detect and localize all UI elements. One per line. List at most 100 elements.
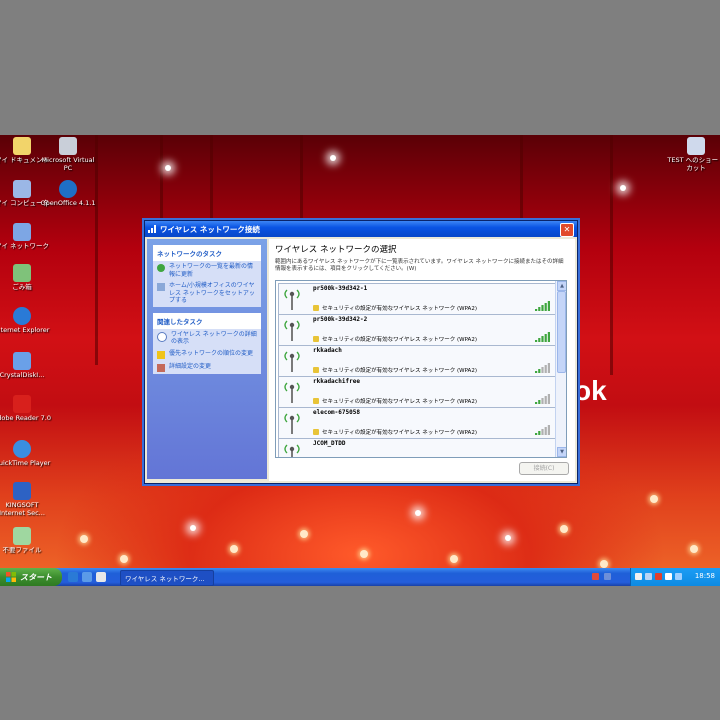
sparkle-decoration [190, 525, 196, 531]
flower-decoration [120, 555, 128, 563]
task-advanced-settings[interactable]: 詳細設定の変更 [153, 361, 261, 374]
task-label: ワイヤレス ネットワークの詳細の表示 [171, 330, 257, 346]
window-titlebar[interactable]: ワイヤレス ネットワーク接続 [145, 221, 577, 237]
wireless-icon [148, 225, 156, 233]
task-label: ネットワークの一覧を最新の情報に更新 [169, 263, 254, 278]
network-ssid: pr500k-39d342-2 [313, 316, 368, 323]
desktop-icon-label: Adobe Reader 7.0 [0, 414, 52, 422]
task-wireless-details[interactable]: ワイヤレス ネットワークの詳細の表示 [153, 329, 261, 348]
lock-icon [313, 398, 319, 404]
desktop-icon-openoffice[interactable]: OpenOffice 4.1.1 [38, 180, 98, 207]
network-security: セキュリティの設定が有効なワイヤレス ネットワーク (WPA2) [313, 335, 477, 343]
task-change-preferred-order[interactable]: 優先ネットワークの順位の変更 [153, 348, 261, 361]
desktop-icon-adobe-reader[interactable]: Adobe Reader 7.0 [0, 395, 52, 422]
network-row[interactable]: elecom-675058 セキュリティの設定が有効なワイヤレス ネットワーク … [278, 407, 556, 439]
signal-bar [544, 396, 547, 404]
system-tray: 18:58 [630, 568, 720, 586]
task-refresh-list[interactable]: ネットワークの一覧を最新の情報に更新 [153, 261, 261, 280]
flower-decoration [650, 495, 658, 503]
network-security: セキュリティの設定が有効なワイヤレス ネットワーク (WPA2) [313, 428, 477, 436]
network-security: セキュリティの設定が有効なワイヤレス ネットワーク (WPA2) [313, 397, 477, 405]
connect-button[interactable]: 接続(C) [519, 462, 569, 475]
desktop-icon-recycle-bin[interactable]: ごみ箱 [0, 264, 52, 291]
desktop-icon-kingsoft[interactable]: KINGSOFT Internet Sec... [0, 482, 52, 517]
desktop-icon-crystaldisk[interactable]: CrystalDiskI... [0, 352, 52, 379]
signal-bar [547, 363, 550, 373]
wireless-network-window: ワイヤレス ネットワーク接続 ✕ ネットワークのタスク ネットワークの一覧を最新… [144, 220, 578, 484]
signal-bar [538, 400, 541, 404]
taskbar: スタート ワイヤレス ネットワーク... 18:58 [0, 568, 720, 586]
signal-strength-icon [535, 301, 550, 311]
security-label: セキュリティの設定が有効なワイヤレス ネットワーク (WPA2) [322, 306, 477, 312]
desktop-icon-label: KINGSOFT Internet Sec... [0, 501, 45, 517]
desktop-icon-virtual-pc[interactable]: Microsoft Virtual PC [38, 137, 98, 172]
tray-wireless-icon[interactable] [675, 573, 682, 580]
lock-icon [313, 336, 319, 342]
panel-description: 範囲内にあるワイヤレス ネットワークが下に一覧表示されています。ワイヤレス ネッ… [275, 259, 564, 272]
security-label: セキュリティの設定が有効なワイヤレス ネットワーク (WPA2) [322, 368, 477, 374]
close-icon: ✕ [563, 225, 571, 234]
signal-bar [544, 334, 547, 342]
tree-decoration [610, 135, 613, 375]
desktop-icon-label: Internet Explorer [0, 326, 50, 334]
tray-shield-icon[interactable] [665, 573, 672, 580]
tray-volume-icon[interactable] [635, 573, 642, 580]
network-row[interactable]: rkkadach セキュリティの設定が有効なワイヤレス ネットワーク (WPA2… [278, 345, 556, 377]
flower-decoration [690, 545, 698, 553]
scrollbar-thumb[interactable] [557, 291, 566, 373]
scroll-up-icon[interactable]: ▲ [557, 281, 566, 291]
signal-bar [547, 425, 550, 435]
start-button[interactable]: スタート [0, 568, 62, 586]
signal-strength-icon [535, 363, 550, 373]
scroll-down-icon[interactable]: ▼ [557, 447, 566, 457]
desktop-icon-label: QuickTime Player [0, 459, 51, 467]
network-ssid: pr500k-39d342-1 [313, 285, 368, 292]
tray-security-icon[interactable] [655, 573, 662, 580]
signal-bar [535, 433, 538, 435]
signal-bar [541, 429, 544, 435]
desktop-icon-label: TEST へのショートカット [667, 156, 720, 172]
close-button[interactable]: ✕ [560, 223, 574, 237]
network-row[interactable]: pr500k-39d342-2 セキュリティの設定が有効なワイヤレス ネットワー… [278, 314, 556, 346]
tray-monitor-icon[interactable] [604, 573, 611, 580]
network-tasks-box: ネットワークのタスク ネットワークの一覧を最新の情報に更新 ホーム/小規模オフィ… [153, 245, 261, 307]
security-label: セキュリティの設定が有効なワイヤレス ネットワーク (WPA2) [322, 399, 477, 405]
desktop-icon-my-network[interactable]: マイ ネットワーク [0, 223, 52, 250]
desktop-icon-unneeded-files[interactable]: 不要ファイル [0, 527, 52, 554]
signal-bar [547, 394, 550, 404]
signal-bar [538, 369, 541, 373]
desktop-icon-label: 不要ファイル [2, 546, 42, 554]
desktop-icon-quicktime[interactable]: QuickTime Player [0, 440, 52, 467]
signal-bar [541, 336, 544, 342]
desktop-icon-test-shortcut[interactable]: TEST へのショートカット [666, 137, 720, 172]
desktop-quicklaunch-icon[interactable] [82, 572, 92, 582]
wireless-antenna-icon [284, 444, 300, 457]
openoffice-icon [59, 180, 77, 198]
taskbar-item-wireless[interactable]: ワイヤレス ネットワーク... [120, 570, 214, 586]
signal-bar [541, 367, 544, 373]
task-label: 優先ネットワークの順位の変更 [169, 349, 254, 357]
media-quicklaunch-icon[interactable] [96, 572, 106, 582]
network-panel: ワイヤレス ネットワークの選択 範囲内にあるワイヤレス ネットワークが下に一覧表… [269, 239, 575, 481]
network-row[interactable]: JCOM_DTDD [278, 438, 556, 457]
wireless-antenna-icon [284, 289, 300, 310]
task-setup-wireless[interactable]: ホーム/小規模オフィスのワイヤレス ネットワークをセットアップする [153, 280, 261, 307]
desktop-icon-internet-explorer[interactable]: Internet Explorer [0, 307, 52, 334]
wireless-antenna-icon [284, 413, 300, 434]
kingsoft-icon [13, 482, 31, 500]
wireless-antenna-icon [284, 382, 300, 403]
network-row[interactable]: rkkadachifree セキュリティの設定が有効なワイヤレス ネットワーク … [278, 376, 556, 408]
ie-quicklaunch-icon[interactable] [68, 572, 78, 582]
signal-strength-icon [535, 425, 550, 435]
network-tasks-heading: ネットワークのタスク [153, 245, 261, 261]
task-label: 詳細設定の変更 [169, 362, 212, 370]
tray-network-icon[interactable] [645, 573, 652, 580]
desktop-icon-label: CrystalDiskI... [0, 371, 45, 379]
network-list: pr500k-39d342-1 セキュリティの設定が有効なワイヤレス ネットワー… [275, 280, 567, 458]
signal-bar [544, 427, 547, 435]
tray-flag-icon[interactable] [592, 573, 599, 580]
windows-flag-icon [6, 572, 16, 582]
network-list-scrollbar[interactable]: ▲ ▼ [555, 281, 566, 457]
network-ssid: JCOM_DTDD [313, 440, 346, 447]
network-row[interactable]: pr500k-39d342-1 セキュリティの設定が有効なワイヤレス ネットワー… [278, 283, 556, 315]
